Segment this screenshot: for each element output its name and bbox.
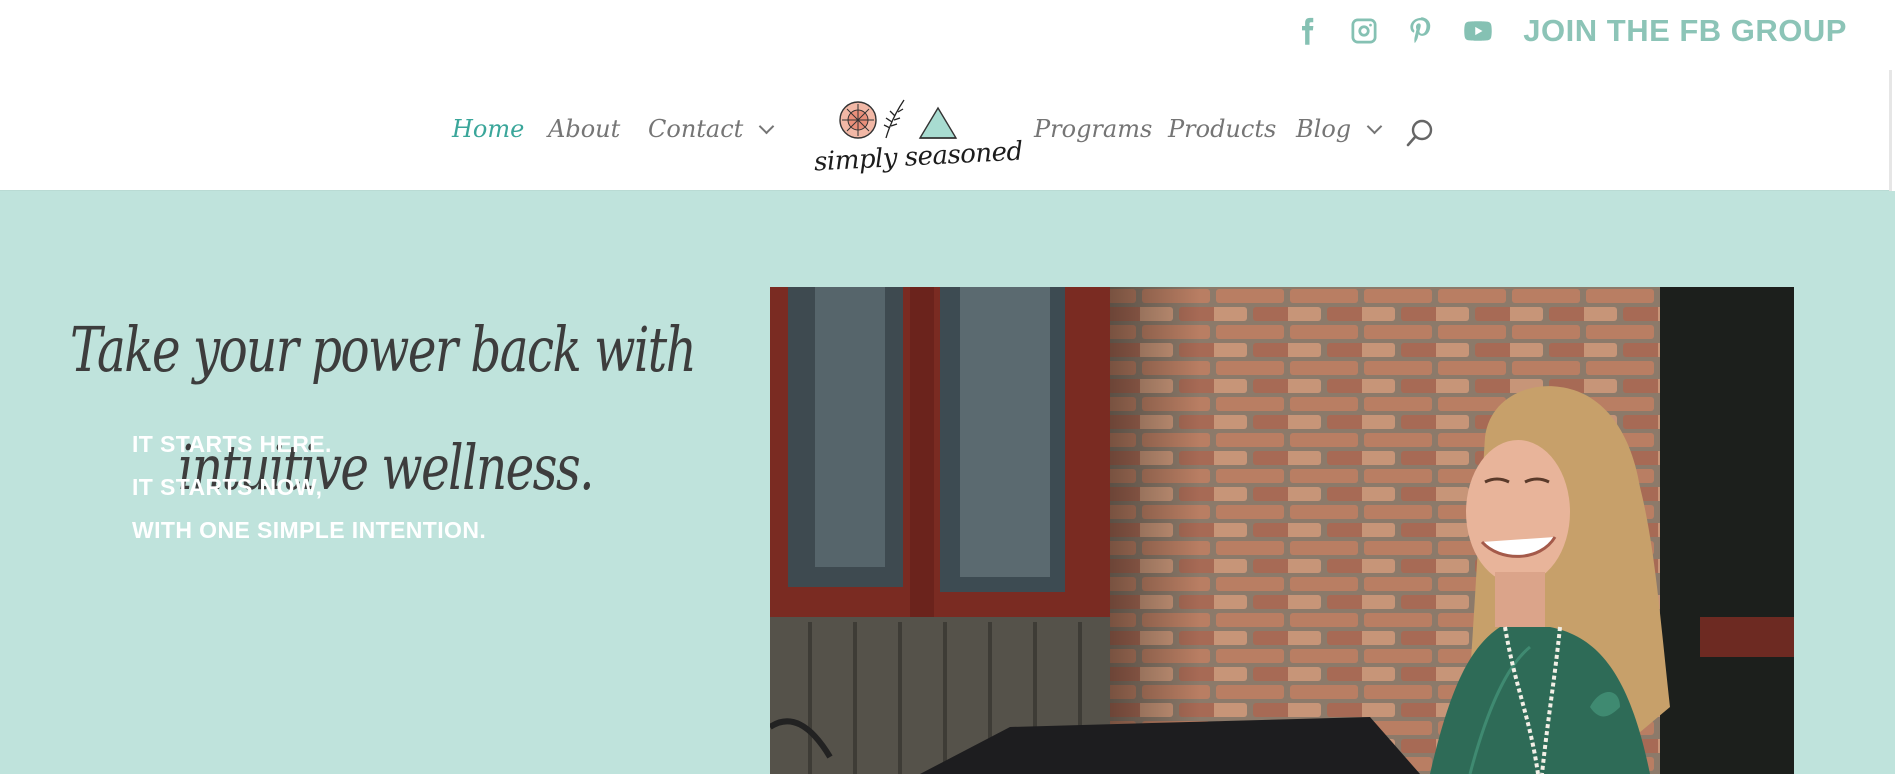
nav-item-contact[interactable]: Contact <box>648 115 775 143</box>
nav-item-programs[interactable]: Programs <box>1034 115 1152 143</box>
facebook-icon[interactable] <box>1292 16 1322 46</box>
youtube-icon[interactable] <box>1463 16 1493 46</box>
chevron-down-icon <box>1366 118 1383 134</box>
tagline-line: IT STARTS NOW, <box>132 474 323 500</box>
hero-photo <box>770 287 1794 774</box>
tagline-line: WITH ONE SIMPLE INTENTION. <box>132 517 487 543</box>
nav-item-blog[interactable]: Blog <box>1296 115 1383 143</box>
nav-item-products[interactable]: Products <box>1168 115 1276 143</box>
search-icon[interactable] <box>1406 118 1434 148</box>
logo[interactable]: simply seasoned <box>812 84 1023 194</box>
nav-item-home[interactable]: Home <box>452 115 524 143</box>
nav-item-label: Products <box>1168 115 1277 143</box>
hero-tagline: IT STARTS HERE. IT STARTS NOW, WITH ONE … <box>132 423 486 552</box>
pinterest-icon[interactable] <box>1406 16 1436 46</box>
nav-item-label: Blog <box>1296 115 1352 143</box>
main-header: Home About Contact simply seasoned Progr… <box>0 70 1892 260</box>
nav-item-about[interactable]: About <box>548 115 620 143</box>
nav-item-label: Contact <box>648 115 744 143</box>
social-bar: JOIN THE FB GROUP <box>1265 8 1847 54</box>
hero-section: Take your power back with intuitive well… <box>0 191 1895 774</box>
instagram-icon[interactable] <box>1349 16 1379 46</box>
nav-item-label: Programs <box>1034 115 1153 143</box>
join-fb-group-link[interactable]: JOIN THE FB GROUP <box>1523 13 1847 49</box>
chevron-down-icon <box>759 118 775 134</box>
nav-item-label: Home <box>452 115 525 143</box>
hero-headline-line-1: Take your power back with <box>70 313 697 386</box>
tagline-line: IT STARTS HERE. <box>132 431 332 457</box>
nav-item-label: About <box>548 115 621 143</box>
